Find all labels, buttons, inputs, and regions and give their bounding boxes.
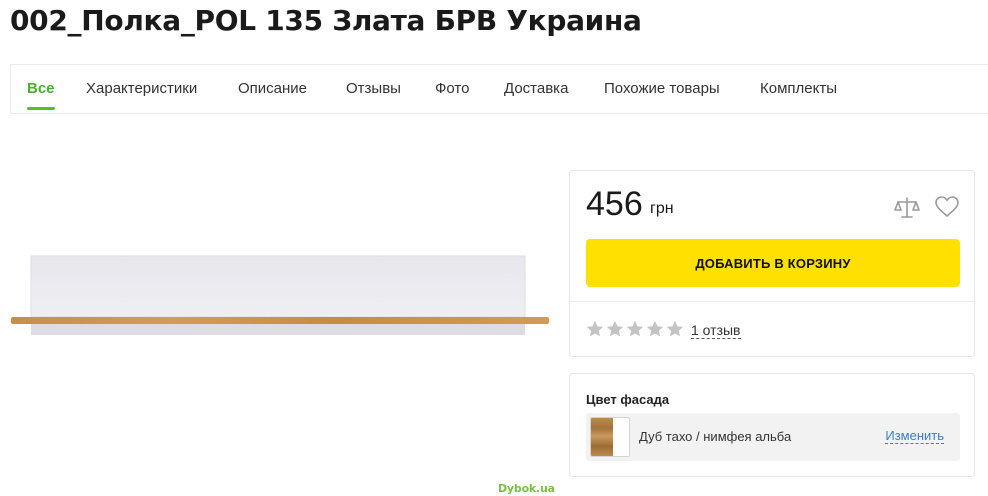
tab-photo[interactable]: Фото <box>435 80 469 97</box>
compare-icon[interactable] <box>894 195 920 221</box>
facade-color-name: Дуб тахо / нимфея альба <box>639 429 792 444</box>
change-color-link[interactable]: Изменить <box>885 429 944 444</box>
tab-description[interactable]: Описание <box>238 80 307 97</box>
shelf-board <box>11 317 549 324</box>
product-image[interactable] <box>10 246 550 342</box>
price-card: 456 грн ДОБАВИТЬ В КОРЗИНУ 1 отзыв <box>569 170 975 357</box>
star-icon <box>666 320 684 337</box>
star-icon <box>586 320 604 337</box>
add-to-cart-button[interactable]: ДОБАВИТЬ В КОРЗИНУ <box>586 239 960 287</box>
tab-delivery[interactable]: Доставка <box>504 80 568 97</box>
star-icon <box>646 320 664 337</box>
facade-color-card: Цвет фасада Дуб тахо / нимфея альба Изме… <box>569 373 975 477</box>
price-currency: грн <box>650 200 674 217</box>
facade-color-selector[interactable]: Дуб тахо / нимфея альба Изменить <box>586 413 960 461</box>
star-icon <box>606 320 624 337</box>
price-value: 456 <box>586 185 643 223</box>
shelf-board-edge <box>31 324 525 335</box>
tab-all[interactable]: Все <box>27 80 55 110</box>
divider <box>570 301 974 302</box>
watermark-logo: Dybok.ua <box>498 482 555 495</box>
rating-stars[interactable] <box>586 320 684 338</box>
shelf-back-panel <box>30 255 526 318</box>
tab-characteristics[interactable]: Характеристики <box>86 80 197 97</box>
facade-color-title: Цвет фасада <box>586 392 670 407</box>
tab-reviews[interactable]: Отзывы <box>346 80 401 97</box>
product-tabs: Все Характеристики Описание Отзывы Фото … <box>10 64 988 114</box>
page-title: 002_Полка_POL 135 Злата БРВ Украина <box>10 4 642 37</box>
star-icon <box>626 320 644 337</box>
tab-kits[interactable]: Комплекты <box>760 80 837 97</box>
wood-texture <box>591 418 613 456</box>
heart-icon[interactable] <box>934 195 960 219</box>
reviews-link[interactable]: 1 отзыв <box>691 323 741 339</box>
color-swatch <box>590 417 630 457</box>
shelf-illustration <box>11 255 549 335</box>
tab-similar-products[interactable]: Похожие товары <box>604 80 720 97</box>
